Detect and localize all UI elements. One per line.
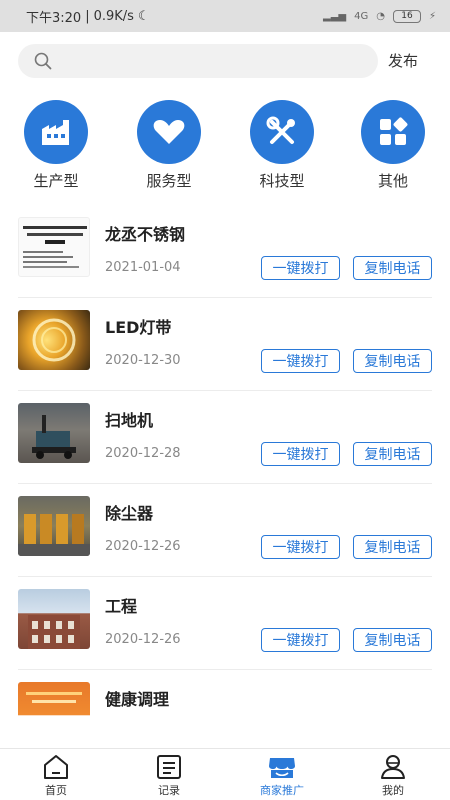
health-thumbnail xyxy=(18,682,90,740)
building-thumbnail xyxy=(18,589,90,649)
category-other[interactable]: 其他 xyxy=(353,100,433,191)
item-date: 2020-12-28 xyxy=(105,446,181,461)
bottom-tab-bar: 首页 记录 商家推广 我的 xyxy=(0,748,450,800)
call-button[interactable]: 一键拨打 xyxy=(261,628,340,652)
status-speed: 0.9K/s xyxy=(93,8,134,24)
store-icon xyxy=(269,758,295,778)
item-title: 除尘器 xyxy=(105,504,154,523)
category-service[interactable]: 服务型 xyxy=(129,100,209,191)
item-title: 工程 xyxy=(105,597,138,616)
merchant-list: 龙丞不锈钢 2021-01-04 一键拨打 复制电话 LED灯带 2020-12… xyxy=(18,205,432,740)
heart-icon xyxy=(153,120,185,144)
network-label: 4G xyxy=(354,10,369,22)
tab-merchant-promotion[interactable]: 商家推广 xyxy=(242,753,322,798)
search-row: 发布 xyxy=(0,40,450,80)
wifi-icon: ◔ xyxy=(376,10,385,22)
publish-button[interactable]: 发布 xyxy=(388,50,418,71)
led-strip-thumbnail xyxy=(18,310,90,370)
apps-icon xyxy=(380,117,408,145)
tab-home[interactable]: 首页 xyxy=(16,753,96,798)
copy-phone-button[interactable]: 复制电话 xyxy=(353,442,432,466)
moon-icon: ☾ xyxy=(137,8,150,24)
home-icon xyxy=(44,755,68,779)
dust-collector-thumbnail xyxy=(18,496,90,556)
status-left: 下午3:20 | 0.9K/s ☾ xyxy=(26,8,150,26)
business-card-thumbnail xyxy=(18,217,90,277)
item-title: LED灯带 xyxy=(105,318,172,337)
search-icon xyxy=(34,52,52,70)
search-box[interactable] xyxy=(18,44,378,78)
list-item[interactable]: 扫地机 2020-12-28 一键拨打 复制电话 xyxy=(18,391,432,484)
tools-icon xyxy=(266,116,295,144)
list-icon xyxy=(157,755,181,779)
tab-mine[interactable]: 我的 xyxy=(353,753,433,798)
call-button[interactable]: 一键拨打 xyxy=(261,535,340,559)
call-button[interactable]: 一键拨打 xyxy=(261,442,340,466)
item-title: 健康调理 xyxy=(105,690,170,709)
status-bar: 下午3:20 | 0.9K/s ☾ ▂▃▅ 4G ◔ 16 ⚡ xyxy=(0,0,450,32)
copy-phone-button[interactable]: 复制电话 xyxy=(353,628,432,652)
list-item[interactable]: 健康调理 xyxy=(18,670,432,740)
list-item[interactable]: LED灯带 2020-12-30 一键拨打 复制电话 xyxy=(18,298,432,391)
list-item[interactable]: 龙丞不锈钢 2021-01-04 一键拨打 复制电话 xyxy=(18,205,432,298)
sweeper-thumbnail xyxy=(18,403,90,463)
charging-icon: ⚡ xyxy=(428,10,436,22)
item-title: 扫地机 xyxy=(105,411,154,430)
profile-icon xyxy=(381,755,405,779)
item-date: 2021-01-04 xyxy=(105,260,181,275)
category-production[interactable]: 生产型 xyxy=(16,100,96,191)
item-title: 龙丞不锈钢 xyxy=(105,225,186,244)
tab-records[interactable]: 记录 xyxy=(129,753,209,798)
signal-icon: ▂▃▅ xyxy=(323,10,347,22)
category-row: 生产型 服务型 科技型 其他 xyxy=(0,100,450,190)
list-item[interactable]: 工程 2020-12-26 一键拨打 复制电话 xyxy=(18,577,432,670)
call-button[interactable]: 一键拨打 xyxy=(261,256,340,280)
copy-phone-button[interactable]: 复制电话 xyxy=(353,535,432,559)
call-button[interactable]: 一键拨打 xyxy=(261,349,340,373)
copy-phone-button[interactable]: 复制电话 xyxy=(353,256,432,280)
item-date: 2020-12-26 xyxy=(105,539,181,554)
search-input[interactable] xyxy=(60,53,360,69)
battery-icon: 16 xyxy=(392,9,421,23)
status-right: ▂▃▅ 4G ◔ 16 ⚡ xyxy=(323,9,436,23)
factory-icon xyxy=(42,120,69,145)
copy-phone-button[interactable]: 复制电话 xyxy=(353,349,432,373)
item-date: 2020-12-30 xyxy=(105,353,181,368)
item-date: 2020-12-26 xyxy=(105,632,181,647)
status-time: 下午3:20 xyxy=(26,10,82,26)
category-technology[interactable]: 科技型 xyxy=(242,100,322,191)
list-item[interactable]: 除尘器 2020-12-26 一键拨打 复制电话 xyxy=(18,484,432,577)
